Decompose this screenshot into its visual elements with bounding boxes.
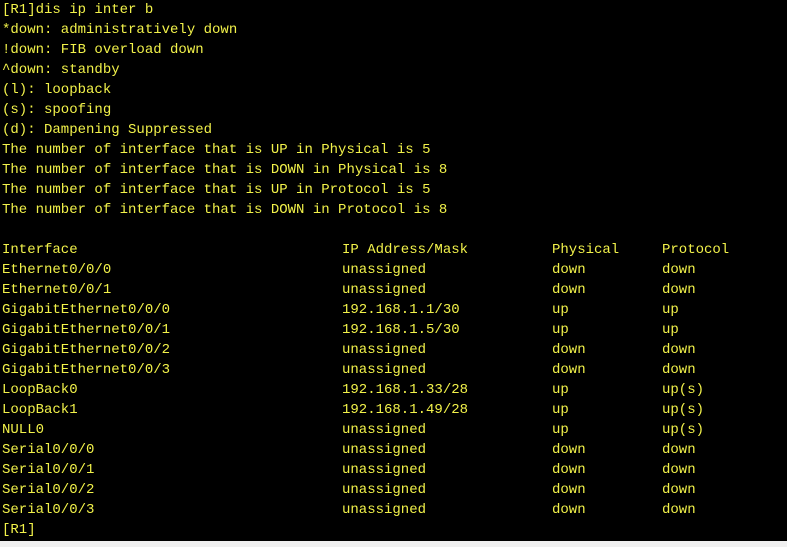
row-ip: 192.168.1.49/28 <box>342 402 469 418</box>
row-interface: Serial0/0/1 <box>2 462 95 478</box>
header-protocol: Protocol <box>662 242 730 258</box>
row-protocol: up(s) <box>662 402 705 418</box>
table-row: Serial0/0/2 unassigned down down <box>2 480 696 500</box>
legend-line: ^down: standby <box>2 62 120 78</box>
row-interface: Serial0/0/3 <box>2 502 95 518</box>
summary-line: The number of interface that is DOWN in … <box>2 202 448 218</box>
row-interface: Ethernet0/0/0 <box>2 262 112 278</box>
summary-line: The number of interface that is DOWN in … <box>2 162 448 178</box>
row-protocol: down <box>662 362 696 378</box>
row-physical: up <box>552 382 569 398</box>
row-ip: unassigned <box>342 342 427 358</box>
row-protocol: down <box>662 342 696 358</box>
legend-line: (d): Dampening Suppressed <box>2 122 213 138</box>
row-interface: NULL0 <box>2 422 45 438</box>
header-interface: Interface <box>2 242 78 258</box>
table-row: Ethernet0/0/0 unassigned down down <box>2 260 696 280</box>
row-physical: down <box>552 482 586 498</box>
row-physical: up <box>552 422 569 438</box>
table-row: GigabitEthernet0/0/3 unassigned down dow… <box>2 360 696 380</box>
row-protocol: down <box>662 502 696 518</box>
row-interface: LoopBack1 <box>2 402 78 418</box>
row-protocol: down <box>662 482 696 498</box>
row-physical: down <box>552 502 586 518</box>
row-interface: Serial0/0/2 <box>2 482 95 498</box>
table-row: LoopBack1 192.168.1.49/28 up up(s) <box>2 400 704 420</box>
row-protocol: down <box>662 442 696 458</box>
row-ip: unassigned <box>342 282 427 298</box>
header-ip-address: IP Address/Mask <box>342 242 469 258</box>
row-ip: unassigned <box>342 262 427 278</box>
table-row: GigabitEthernet0/0/2 unassigned down dow… <box>2 340 696 360</box>
row-physical: down <box>552 442 586 458</box>
summary-line: The number of interface that is UP in Pr… <box>2 182 431 198</box>
row-protocol: down <box>662 282 696 298</box>
row-interface: GigabitEthernet0/0/2 <box>2 342 171 358</box>
row-ip: 192.168.1.1/30 <box>342 302 460 318</box>
window-bottom-edge <box>0 541 787 547</box>
row-physical: down <box>552 262 586 278</box>
row-physical: down <box>552 462 586 478</box>
table-row: NULL0 unassigned up up(s) <box>2 420 704 440</box>
table-row: LoopBack0 192.168.1.33/28 up up(s) <box>2 380 704 400</box>
legend-line: (l): loopback <box>2 82 112 98</box>
row-physical: down <box>552 342 586 358</box>
row-interface: LoopBack0 <box>2 382 78 398</box>
row-interface: GigabitEthernet0/0/3 <box>2 362 171 378</box>
row-protocol: up(s) <box>662 382 705 398</box>
row-physical: up <box>552 402 569 418</box>
legend-line: !down: FIB overload down <box>2 42 204 58</box>
row-ip: unassigned <box>342 422 427 438</box>
summary-line: The number of interface that is UP in Ph… <box>2 142 431 158</box>
row-ip: unassigned <box>342 442 427 458</box>
row-interface: GigabitEthernet0/0/0 <box>2 302 171 318</box>
row-interface: Serial0/0/0 <box>2 442 95 458</box>
legend-line: *down: administratively down <box>2 22 238 38</box>
row-protocol: up <box>662 302 679 318</box>
table-row: Serial0/0/3 unassigned down down <box>2 500 696 520</box>
row-ip: 192.168.1.5/30 <box>342 322 460 338</box>
table-row: GigabitEthernet0/0/0 192.168.1.1/30 up u… <box>2 300 679 320</box>
row-interface: Ethernet0/0/1 <box>2 282 112 298</box>
row-ip: unassigned <box>342 362 427 378</box>
row-ip: unassigned <box>342 482 427 498</box>
command-prompt[interactable]: [R1] <box>2 520 36 540</box>
row-interface: GigabitEthernet0/0/1 <box>2 322 171 338</box>
row-ip: unassigned <box>342 502 427 518</box>
row-physical: up <box>552 322 569 338</box>
row-protocol: down <box>662 262 696 278</box>
table-row: Serial0/0/0 unassigned down down <box>2 440 696 460</box>
legend-line: (s): spoofing <box>2 102 112 118</box>
table-row: Ethernet0/0/1 unassigned down down <box>2 280 696 300</box>
row-protocol: down <box>662 462 696 478</box>
header-physical: Physical <box>552 242 620 258</box>
row-physical: down <box>552 362 586 378</box>
row-protocol: up <box>662 322 679 338</box>
command-line: [R1]dis ip inter b <box>2 2 154 18</box>
row-ip: 192.168.1.33/28 <box>342 382 469 398</box>
table-header: Interface IP Address/Mask Physical Proto… <box>2 240 729 260</box>
row-physical: down <box>552 282 586 298</box>
terminal-window[interactable]: [R1]dis ip inter b *down: administrative… <box>0 0 787 541</box>
table-row: GigabitEthernet0/0/1 192.168.1.5/30 up u… <box>2 320 679 340</box>
row-ip: unassigned <box>342 462 427 478</box>
row-protocol: up(s) <box>662 422 705 438</box>
table-row: Serial0/0/1 unassigned down down <box>2 460 696 480</box>
row-physical: up <box>552 302 569 318</box>
